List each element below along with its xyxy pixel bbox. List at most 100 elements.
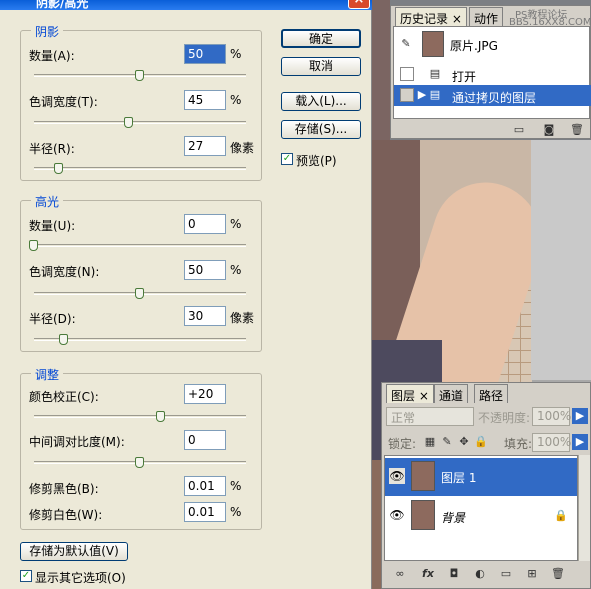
- color-correction-slider-handle[interactable]: [156, 411, 166, 422]
- visibility-eye-icon[interactable]: 👁: [389, 507, 405, 523]
- shadows-amount-input[interactable]: 50: [184, 44, 226, 64]
- fill-arrow-icon[interactable]: ▶: [572, 434, 588, 450]
- visibility-eye-icon[interactable]: 👁: [389, 468, 405, 484]
- history-item-label: 打开: [452, 70, 477, 84]
- layer-lock-icon: 🔒: [554, 509, 568, 522]
- fill-label: 填充:: [504, 437, 533, 451]
- history-item[interactable]: ▶ ▤ 通过拷贝的图层: [394, 85, 591, 106]
- shadows-radius-label: 半径(R):: [29, 142, 75, 156]
- trash-icon[interactable]: 🗑: [569, 122, 585, 138]
- shadows-tonal-input[interactable]: 45: [184, 90, 226, 110]
- highlights-legend: 高光: [31, 193, 64, 210]
- save-as-default-button[interactable]: 存储为默认值(V): [20, 542, 128, 561]
- clip-black-label: 修剪黑色(B):: [29, 482, 99, 496]
- highlights-tonal-slider-handle[interactable]: [135, 288, 144, 299]
- layers-list: 👁 图层 1 👁 背景 🔒: [384, 455, 578, 561]
- lock-all-icon[interactable]: 🔒: [473, 434, 489, 450]
- ok-button[interactable]: 确定: [281, 29, 361, 48]
- fx-icon[interactable]: fx: [420, 566, 436, 582]
- shadows-tonal-unit: %: [230, 93, 242, 107]
- trash-icon[interactable]: 🗑: [550, 566, 566, 582]
- opacity-arrow-icon[interactable]: ▶: [572, 408, 588, 424]
- midtone-contrast-slider-handle[interactable]: [135, 457, 144, 468]
- tab-paths[interactable]: 路径: [474, 384, 509, 403]
- clip-black-unit: %: [230, 479, 242, 493]
- shadows-legend: 阴影: [31, 23, 64, 40]
- show-more-options-checkbox[interactable]: ✓: [20, 570, 32, 582]
- adjustments-legend: 调整: [31, 366, 64, 383]
- layers-panel: 图层 × 通道 路径 正常 不透明度: 100% ▶ 锁定: ▦ ✎ ✥ 🔒 填…: [381, 382, 591, 589]
- tab-actions[interactable]: 动作: [469, 7, 504, 26]
- folder-icon[interactable]: ▭: [498, 566, 514, 582]
- midtone-contrast-label: 中间调对比度(M):: [29, 435, 125, 449]
- highlights-tonal-label: 色调宽度(N):: [29, 265, 100, 279]
- layer-name[interactable]: 背景: [441, 509, 465, 526]
- highlights-tonal-input[interactable]: 50: [184, 260, 226, 280]
- layer-row[interactable]: 👁 图层 1: [385, 458, 577, 496]
- lock-label: 锁定:: [388, 437, 417, 451]
- snapshot-brush-icon: ✎: [401, 37, 411, 50]
- tab-close-icon[interactable]: ×: [419, 389, 429, 403]
- lock-position-icon[interactable]: ✥: [456, 434, 472, 450]
- shadow-highlight-dialog: 阴影/高光 × 阴影 数量(A): 50 % 色调宽度(T): 45 % 半径(…: [0, 0, 372, 589]
- tab-layers-label: 图层: [391, 389, 416, 403]
- load-button[interactable]: 载入(L)...: [281, 92, 361, 111]
- new-layer-icon[interactable]: ⊞: [524, 566, 540, 582]
- clip-black-input[interactable]: 0.01: [184, 476, 226, 496]
- tab-history[interactable]: 历史记录 ×: [395, 7, 467, 26]
- layer-name[interactable]: 图层 1: [441, 469, 476, 486]
- mask-icon[interactable]: ◘: [446, 566, 462, 582]
- color-correction-input[interactable]: +20: [184, 384, 226, 404]
- cancel-button[interactable]: 取消: [281, 57, 361, 76]
- preview-checkbox[interactable]: ✓: [281, 153, 293, 165]
- blend-mode-select[interactable]: 正常: [386, 407, 474, 426]
- canvas-gray-area: [531, 140, 591, 380]
- layers-scrollbar[interactable]: [578, 455, 590, 561]
- history-step-icon: ▤: [429, 88, 441, 101]
- highlights-radius-unit: 像素: [230, 311, 255, 325]
- layer-thumbnail: [411, 500, 435, 530]
- highlights-amount-label: 数量(U):: [29, 219, 76, 233]
- adjustment-icon[interactable]: ◐: [472, 566, 488, 582]
- snapshot-thumbnail: [422, 31, 444, 57]
- history-item[interactable]: ▤ 打开: [394, 64, 591, 85]
- fill-input[interactable]: 100%: [532, 433, 571, 452]
- history-brush-source-icon: [400, 88, 414, 102]
- highlights-amount-input[interactable]: 0: [184, 214, 226, 234]
- tab-history-label: 历史记录: [400, 12, 449, 26]
- tab-layers[interactable]: 图层 ×: [386, 384, 434, 403]
- highlights-tonal-unit: %: [230, 263, 242, 277]
- snapshot-camera-icon[interactable]: ◙: [541, 122, 557, 138]
- link-icon[interactable]: ∞: [392, 566, 408, 582]
- tab-channels[interactable]: 通道: [434, 384, 469, 403]
- shadows-amount-slider-handle[interactable]: [135, 70, 144, 81]
- lock-transparent-icon[interactable]: ▦: [422, 434, 438, 450]
- save-button[interactable]: 存储(S)...: [281, 120, 361, 139]
- history-panel: 历史记录 × 动作 PS教程论坛 BBS.16XX8.COM ✎ 原片.JPG …: [390, 5, 591, 139]
- new-document-icon[interactable]: ▭: [511, 122, 527, 138]
- shadows-amount-unit: %: [230, 47, 242, 61]
- shadows-tonal-slider-track[interactable]: [34, 121, 246, 124]
- midtone-contrast-input[interactable]: 0: [184, 430, 226, 450]
- clip-white-label: 修剪白色(W):: [29, 508, 103, 522]
- shadows-radius-unit: 像素: [230, 141, 255, 155]
- shadows-tonal-slider-handle[interactable]: [124, 117, 134, 128]
- shadows-radius-input[interactable]: 27: [184, 136, 226, 156]
- shadows-radius-slider-handle[interactable]: [54, 163, 64, 174]
- opacity-input[interactable]: 100%: [532, 407, 571, 426]
- history-item-label: 通过拷贝的图层: [452, 91, 537, 105]
- layer-row[interactable]: 👁 背景 🔒: [385, 497, 577, 535]
- clip-white-input[interactable]: 0.01: [184, 502, 226, 522]
- lock-image-icon[interactable]: ✎: [439, 434, 455, 450]
- highlights-radius-slider-handle[interactable]: [58, 334, 68, 345]
- shadows-radius-slider-track[interactable]: [34, 167, 246, 170]
- highlights-amount-slider-track[interactable]: [34, 244, 246, 247]
- snapshot-label: 原片.JPG: [450, 39, 498, 53]
- history-snapshot[interactable]: ✎ 原片.JPG: [394, 29, 591, 59]
- highlights-radius-input[interactable]: 30: [184, 306, 226, 326]
- tab-close-icon[interactable]: ×: [452, 12, 462, 26]
- show-more-options-label: 显示其它选项(O): [35, 571, 126, 585]
- close-button[interactable]: ×: [348, 0, 370, 9]
- highlights-amount-slider-handle[interactable]: [29, 240, 38, 251]
- color-correction-slider-track[interactable]: [34, 415, 246, 418]
